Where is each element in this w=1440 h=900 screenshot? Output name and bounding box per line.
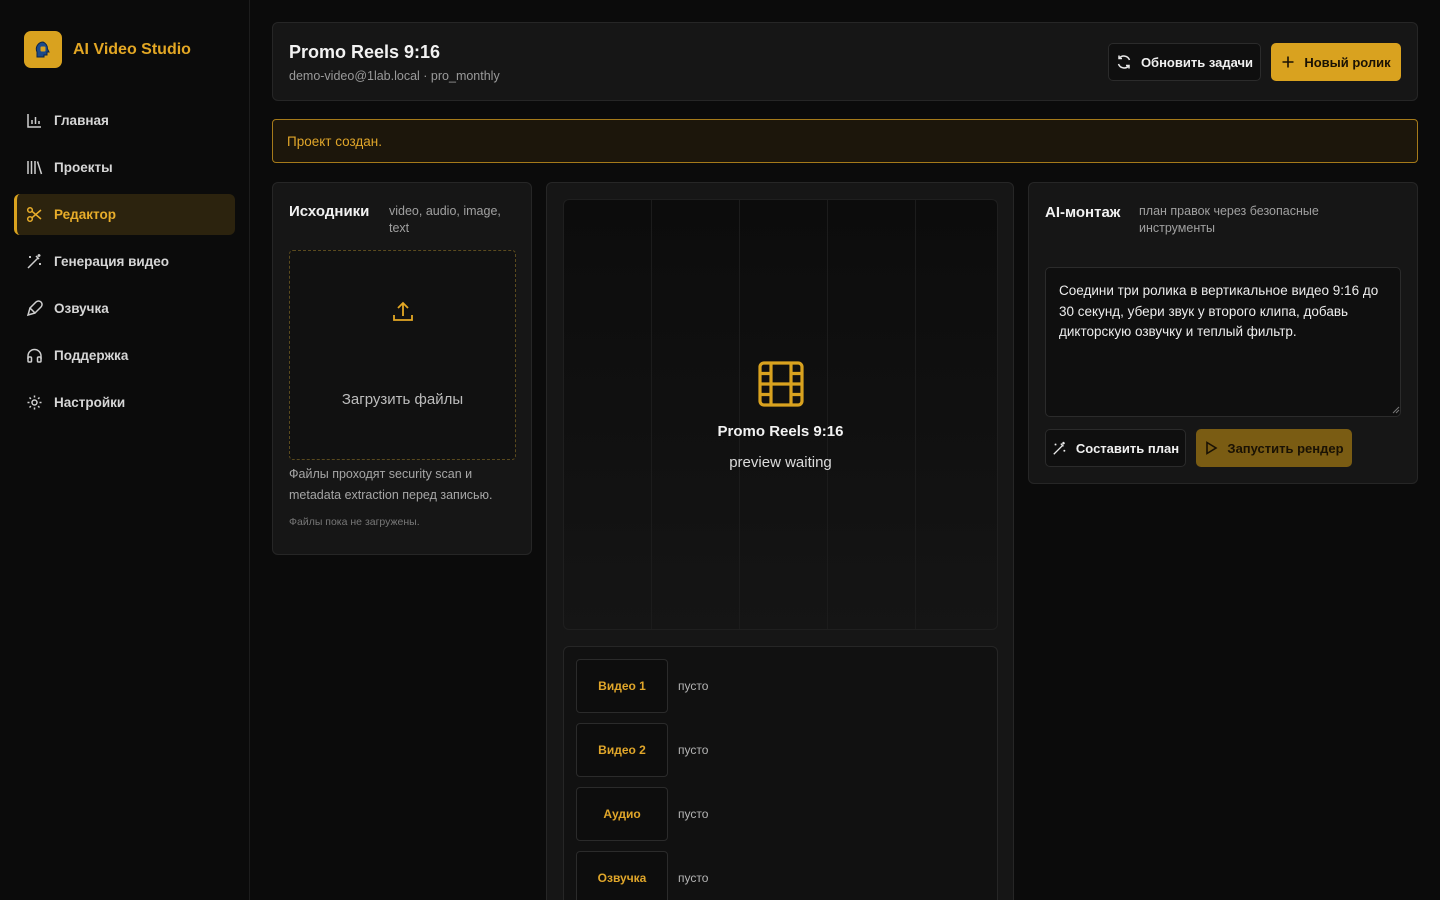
sources-panel: Исходники video, audio, image, text Загр…: [272, 182, 532, 555]
account-subtitle: demo-video@1lab.local · pro_monthly: [289, 69, 500, 83]
resize-grip-icon[interactable]: [1392, 406, 1400, 414]
compose-plan-button[interactable]: Составить план: [1045, 429, 1186, 467]
ai-hint: план правок через безопасные инструменты: [1139, 204, 1319, 235]
sidebar-item-label: Проекты: [54, 160, 113, 175]
new-video-button[interactable]: Новый ролик: [1271, 43, 1401, 81]
sidebar-item-projects[interactable]: Проекты: [14, 147, 235, 188]
magic-wand-icon: [27, 254, 41, 269]
brand-name: AI Video Studio: [73, 40, 191, 58]
upload-icon: [393, 301, 413, 321]
timeline-track: Видео 2 пусто: [576, 723, 708, 777]
track-state: пусто: [678, 807, 709, 821]
track-label[interactable]: Видео 1: [576, 659, 668, 713]
refresh-icon: [1117, 55, 1131, 69]
sources-title: Исходники: [289, 203, 370, 220]
bar-chart-icon: [27, 114, 41, 128]
status-alert: Проект создан.: [272, 119, 1418, 163]
gear-icon: [27, 395, 42, 410]
track-state: пусто: [678, 743, 709, 757]
ai-title: AI-монтаж: [1045, 204, 1121, 221]
sidebar-item-voiceover[interactable]: Озвучка: [14, 288, 235, 329]
timeline-track: Озвучка пусто: [576, 851, 708, 900]
sidebar-item-label: Редактор: [54, 207, 116, 222]
track-state: пусто: [678, 871, 709, 885]
start-render-button[interactable]: Запустить рендер: [1196, 429, 1352, 467]
headphones-icon: [27, 348, 42, 363]
microphone-icon: [26, 300, 43, 317]
sidebar-item-label: Озвучка: [54, 301, 109, 316]
timeline: Видео 1 пусто Видео 2 пусто Аудио пусто …: [563, 646, 998, 900]
scissors-icon: [26, 206, 42, 223]
sidebar-item-home[interactable]: Главная: [14, 100, 235, 141]
film-icon: [758, 361, 804, 407]
sources-hint: video, audio, image, text: [389, 204, 501, 235]
security-note: Файлы проходят security scan и metadata …: [289, 467, 493, 502]
timeline-track: Видео 1 пусто: [576, 659, 708, 713]
refresh-tasks-button[interactable]: Обновить задачи: [1108, 43, 1261, 81]
upload-label: Загрузить файлы: [341, 391, 464, 408]
brand[interactable]: AI Video Studio: [24, 31, 191, 68]
project-header: Promo Reels 9:16 demo-video@1lab.local ·…: [272, 22, 1418, 101]
track-state: пусто: [678, 679, 709, 693]
sidebar-item-label: Главная: [54, 113, 109, 128]
track-label[interactable]: Озвучка: [576, 851, 668, 900]
video-preview[interactable]: Promo Reels 9:16 preview waiting: [563, 199, 998, 630]
ai-editing-panel: AI-монтаж план правок через безопасные и…: [1028, 182, 1418, 484]
sidebar-item-settings[interactable]: Настройки: [14, 382, 235, 423]
page-title: Promo Reels 9:16: [289, 42, 441, 62]
library-icon: [27, 161, 43, 175]
play-icon: [1206, 441, 1218, 455]
sidebar: AI Video Studio Главная Проекты Редактор…: [0, 0, 250, 900]
preview-status: preview waiting: [729, 454, 832, 471]
sidebar-item-label: Генерация видео: [54, 254, 170, 269]
track-label[interactable]: Видео 2: [576, 723, 668, 777]
empty-files-text: Файлы пока не загружены.: [289, 516, 420, 528]
sidebar-item-editor[interactable]: Редактор: [14, 194, 235, 235]
sidebar-item-video-generation[interactable]: Генерация видео: [14, 241, 235, 282]
editor-panel: Promo Reels 9:16 preview waiting Видео 1…: [546, 182, 1014, 900]
sidebar-nav: Главная Проекты Редактор Генерация видео…: [14, 100, 235, 429]
ai-prompt-input[interactable]: Соедини три ролика в вертикальное видео …: [1045, 267, 1401, 417]
brand-logo-icon: [24, 31, 62, 68]
sidebar-item-label: Поддержка: [54, 348, 129, 363]
preview-title: Promo Reels 9:16: [717, 423, 844, 440]
upload-dropzone[interactable]: Загрузить файлы: [289, 250, 516, 460]
timeline-track: Аудио пусто: [576, 787, 708, 841]
plus-icon: [1282, 56, 1294, 68]
sidebar-item-label: Настройки: [54, 395, 126, 410]
magic-wand-icon: [1053, 441, 1066, 455]
sidebar-item-support[interactable]: Поддержка: [14, 335, 235, 376]
track-label[interactable]: Аудио: [576, 787, 668, 841]
